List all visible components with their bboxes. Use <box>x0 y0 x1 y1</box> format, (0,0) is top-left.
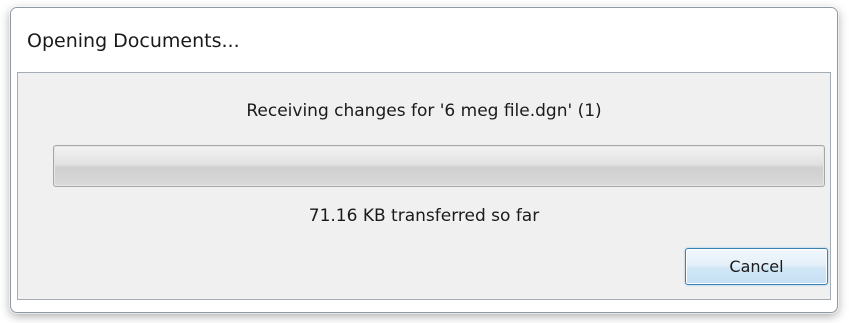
progress-bar <box>53 145 825 187</box>
opening-documents-dialog: Opening Documents... Receiving changes f… <box>10 7 838 313</box>
dialog-content: Receiving changes for '6 meg file.dgn' (… <box>17 72 831 300</box>
transferred-message: 71.16 KB transferred so far <box>308 206 540 226</box>
title-bar[interactable]: Opening Documents... <box>11 8 837 72</box>
cancel-button[interactable]: Cancel <box>685 248 828 285</box>
progress-track <box>55 147 823 185</box>
dialog-title: Opening Documents... <box>27 30 240 52</box>
status-message: Receiving changes for '6 meg file.dgn' (… <box>246 101 602 121</box>
screen: Opening Documents... Receiving changes f… <box>0 0 849 323</box>
